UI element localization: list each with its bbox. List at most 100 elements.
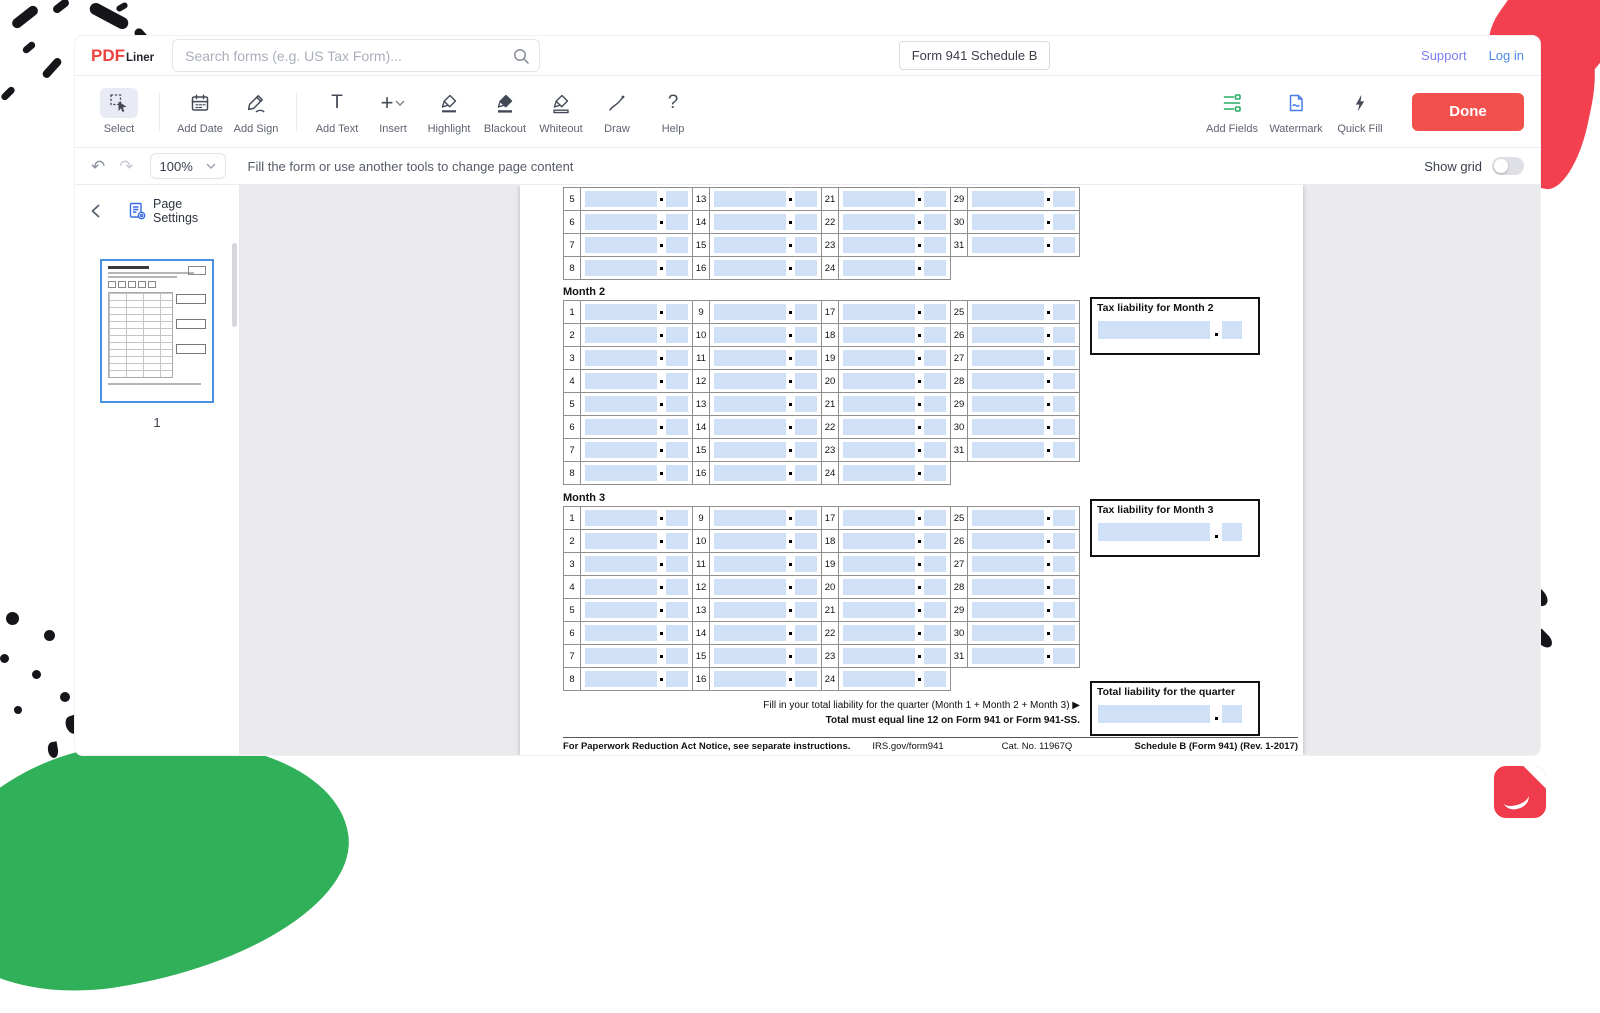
cents-field[interactable]: [924, 373, 946, 389]
tool-highlight[interactable]: Highlight: [421, 88, 477, 135]
amount-field[interactable]: [585, 419, 657, 435]
amount-field[interactable]: [843, 533, 915, 549]
cents-field[interactable]: [1053, 510, 1075, 526]
cents-field[interactable]: [924, 327, 946, 343]
amount-field[interactable]: [843, 327, 915, 343]
amount-field[interactable]: [714, 304, 786, 320]
amount-field[interactable]: [972, 396, 1044, 412]
cents-field[interactable]: [924, 419, 946, 435]
amount-field[interactable]: [843, 579, 915, 595]
cents-field[interactable]: [795, 396, 817, 412]
zoom-select[interactable]: 100%: [150, 153, 226, 179]
amount-field[interactable]: [585, 671, 657, 687]
cents-field[interactable]: [924, 260, 946, 276]
page-settings-button[interactable]: Page Settings: [127, 197, 225, 225]
amount-field[interactable]: [585, 556, 657, 572]
cents-field[interactable]: [795, 510, 817, 526]
amount-field[interactable]: [843, 556, 915, 572]
amount-field[interactable]: [972, 419, 1044, 435]
cents-field[interactable]: [1053, 419, 1075, 435]
amount-field[interactable]: [843, 419, 915, 435]
total-amount-field[interactable]: [1098, 705, 1210, 723]
done-button[interactable]: Done: [1412, 93, 1524, 131]
amount-field[interactable]: [843, 191, 915, 207]
cents-field[interactable]: [795, 533, 817, 549]
cents-field[interactable]: [666, 191, 688, 207]
amount-field[interactable]: [843, 396, 915, 412]
amount-field[interactable]: [714, 648, 786, 664]
tool-whiteout[interactable]: Whiteout: [533, 88, 589, 135]
cents-field[interactable]: [1053, 533, 1075, 549]
amount-field[interactable]: [843, 214, 915, 230]
amount-field[interactable]: [714, 442, 786, 458]
amount-field[interactable]: [843, 237, 915, 253]
amount-field[interactable]: [585, 191, 657, 207]
amount-field[interactable]: [714, 625, 786, 641]
cents-field[interactable]: [666, 602, 688, 618]
collapse-sidebar-icon[interactable]: [89, 203, 103, 219]
cents-field[interactable]: [795, 419, 817, 435]
amount-field[interactable]: [714, 191, 786, 207]
cents-field[interactable]: [1053, 579, 1075, 595]
cents-field[interactable]: [666, 556, 688, 572]
amount-field[interactable]: [585, 533, 657, 549]
cents-field[interactable]: [924, 510, 946, 526]
tool-insert[interactable]: + Insert: [365, 88, 421, 135]
tool-add-fields[interactable]: Add Fields: [1200, 88, 1264, 135]
amount-field[interactable]: [714, 327, 786, 343]
cents-field[interactable]: [666, 327, 688, 343]
tax-cents-field[interactable]: [1222, 321, 1242, 339]
cents-field[interactable]: [795, 625, 817, 641]
amount-field[interactable]: [585, 602, 657, 618]
amount-field[interactable]: [714, 237, 786, 253]
amount-field[interactable]: [585, 396, 657, 412]
cents-field[interactable]: [924, 625, 946, 641]
amount-field[interactable]: [714, 350, 786, 366]
amount-field[interactable]: [843, 602, 915, 618]
amount-field[interactable]: [843, 442, 915, 458]
login-link[interactable]: Log in: [1489, 48, 1524, 63]
cents-field[interactable]: [924, 579, 946, 595]
cents-field[interactable]: [666, 648, 688, 664]
cents-field[interactable]: [795, 373, 817, 389]
tool-help[interactable]: ? Help: [645, 88, 701, 135]
cents-field[interactable]: [795, 556, 817, 572]
cents-field[interactable]: [666, 671, 688, 687]
amount-field[interactable]: [843, 510, 915, 526]
cents-field[interactable]: [666, 396, 688, 412]
amount-field[interactable]: [843, 373, 915, 389]
cents-field[interactable]: [1053, 556, 1075, 572]
cents-field[interactable]: [795, 465, 817, 481]
amount-field[interactable]: [585, 465, 657, 481]
amount-field[interactable]: [972, 602, 1044, 618]
amount-field[interactable]: [585, 510, 657, 526]
cents-field[interactable]: [1053, 191, 1075, 207]
amount-field[interactable]: [972, 510, 1044, 526]
amount-field[interactable]: [972, 350, 1044, 366]
tool-add-sign[interactable]: Add Sign: [228, 88, 284, 135]
tool-blackout[interactable]: Blackout: [477, 88, 533, 135]
cents-field[interactable]: [666, 260, 688, 276]
cents-field[interactable]: [1053, 396, 1075, 412]
amount-field[interactable]: [843, 350, 915, 366]
amount-field[interactable]: [714, 533, 786, 549]
cents-field[interactable]: [795, 237, 817, 253]
cents-field[interactable]: [924, 350, 946, 366]
cents-field[interactable]: [666, 465, 688, 481]
tax-amount-field[interactable]: [1098, 523, 1210, 541]
pdfliner-logo[interactable]: PDFLiner: [91, 46, 154, 66]
amount-field[interactable]: [843, 625, 915, 641]
amount-field[interactable]: [843, 260, 915, 276]
cents-field[interactable]: [1053, 327, 1075, 343]
cents-field[interactable]: [795, 602, 817, 618]
cents-field[interactable]: [795, 350, 817, 366]
cents-field[interactable]: [1053, 442, 1075, 458]
cents-field[interactable]: [924, 465, 946, 481]
amount-field[interactable]: [843, 671, 915, 687]
cents-field[interactable]: [666, 419, 688, 435]
show-grid-toggle[interactable]: [1492, 157, 1524, 175]
amount-field[interactable]: [714, 260, 786, 276]
cents-field[interactable]: [666, 214, 688, 230]
cents-field[interactable]: [1053, 214, 1075, 230]
amount-field[interactable]: [972, 327, 1044, 343]
